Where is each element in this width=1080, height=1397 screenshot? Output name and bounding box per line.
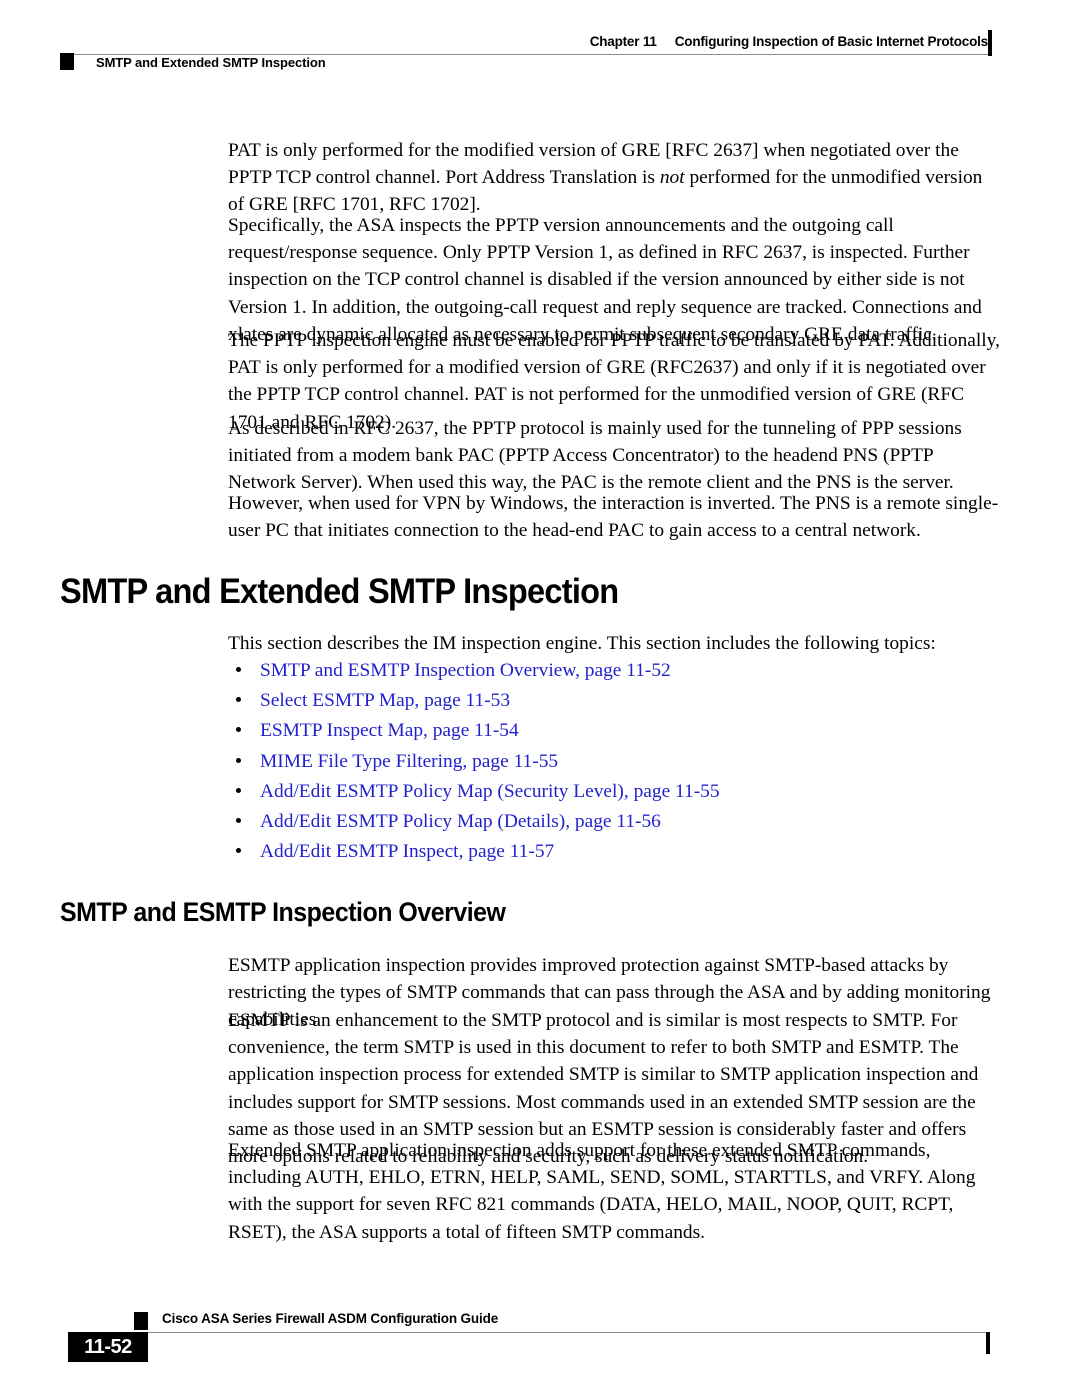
header-chapter-title: Configuring Inspection of Basic Internet… bbox=[674, 34, 988, 49]
footer-square-marker-icon bbox=[134, 1312, 148, 1330]
topic-link-list: SMTP and ESMTP Inspection Overview, page… bbox=[228, 658, 1008, 869]
bullet-icon bbox=[236, 727, 241, 733]
bullet-icon bbox=[236, 787, 241, 793]
list-item: MIME File Type Filtering, page 11-55 bbox=[228, 749, 1008, 779]
topic-link-select-esmtp-map[interactable]: Select ESMTP Map, page 11-53 bbox=[260, 690, 510, 711]
paragraph-pat-gre: PAT is only performed for the modified v… bbox=[228, 137, 1001, 219]
list-item: Add/Edit ESMTP Inspect, page 11-57 bbox=[228, 839, 1008, 869]
header-square-marker-icon bbox=[60, 53, 74, 70]
topic-link-add-edit-esmtp-inspect[interactable]: Add/Edit ESMTP Inspect, page 11-57 bbox=[260, 841, 554, 862]
subsection-title: SMTP and ESMTP Inspection Overview bbox=[60, 897, 506, 927]
bullet-icon bbox=[236, 817, 241, 823]
footer-right-tick bbox=[986, 1332, 990, 1354]
list-item: SMTP and ESMTP Inspection Overview, page… bbox=[228, 658, 1008, 688]
list-item: Add/Edit ESMTP Policy Map (Security Leve… bbox=[228, 779, 1008, 809]
bullet-icon bbox=[236, 697, 241, 703]
paragraph-section-intro: This section describes the IM inspection… bbox=[228, 633, 936, 654]
footer-page-number: 11-52 bbox=[84, 1336, 132, 1358]
list-item: Select ESMTP Map, page 11-53 bbox=[228, 688, 1008, 718]
list-item: ESMTP Inspect Map, page 11-54 bbox=[228, 718, 1008, 748]
paragraph-pat-gre-emphasis: not bbox=[659, 167, 685, 189]
page-header: Chapter 11 Configuring Inspection of Basi… bbox=[0, 0, 1080, 100]
header-right-tick bbox=[988, 30, 992, 56]
header-section-name: SMTP and Extended SMTP Inspection bbox=[96, 55, 326, 70]
topic-link-mime-file-type-filtering[interactable]: MIME File Type Filtering, page 11-55 bbox=[260, 751, 558, 772]
bullet-icon bbox=[236, 848, 241, 854]
footer-guide-title: Cisco ASA Series Firewall ASDM Configura… bbox=[162, 1311, 499, 1326]
paragraph-vpn-windows: However, when used for VPN by Windows, t… bbox=[228, 493, 999, 542]
topic-link-smtp-esmtp-overview[interactable]: SMTP and ESMTP Inspection Overview, page… bbox=[260, 660, 671, 681]
bullet-icon bbox=[236, 757, 241, 763]
paragraph-esmtp-commands: Extended SMTP application inspection add… bbox=[228, 1140, 976, 1243]
document-page: Chapter 11 Configuring Inspection of Basi… bbox=[0, 0, 1080, 1397]
paragraph-rfc2637: As described in RFC 2637, the PPTP proto… bbox=[228, 418, 962, 494]
page-title: SMTP and Extended SMTP Inspection bbox=[60, 572, 619, 611]
topic-link-policy-map-details[interactable]: Add/Edit ESMTP Policy Map (Details), pag… bbox=[260, 811, 661, 832]
footer-rule bbox=[68, 1332, 988, 1333]
header-chapter-line: Chapter 11 Configuring Inspection of Basi… bbox=[589, 34, 989, 49]
header-chapter-number: Chapter 11 bbox=[589, 34, 657, 49]
topic-link-policy-map-security-level[interactable]: Add/Edit ESMTP Policy Map (Security Leve… bbox=[260, 781, 720, 802]
topic-link-esmtp-inspect-map[interactable]: ESMTP Inspect Map, page 11-54 bbox=[260, 720, 519, 741]
bullet-icon bbox=[236, 667, 241, 672]
list-item: Add/Edit ESMTP Policy Map (Details), pag… bbox=[228, 809, 1008, 839]
